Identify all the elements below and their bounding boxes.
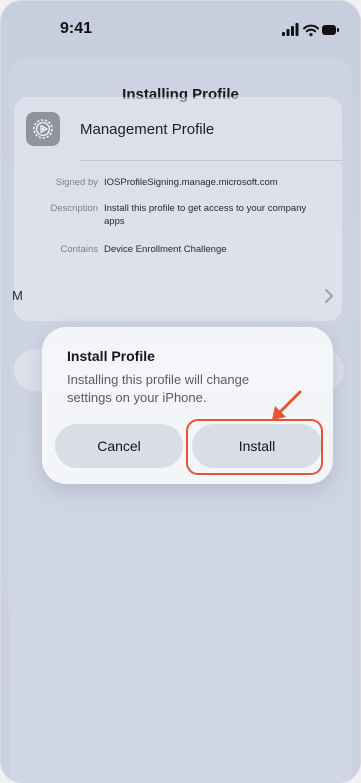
info-key: Contains: [60, 244, 99, 255]
info-value: IOSProfileSigning.manage.microsoft.com: [104, 177, 278, 188]
more-details-label: M: [12, 288, 23, 303]
profile-card: Management Profile Signed by IOSProfileS…: [12, 97, 342, 321]
settings-gear-icon: [26, 112, 60, 146]
alert-message: Installing this profile will change sett…: [67, 372, 250, 405]
info-value: Install this profile to get access to yo…: [104, 203, 307, 227]
chevron-right-icon: [325, 289, 333, 303]
cancel-button[interactable]: Cancel: [55, 424, 183, 468]
profile-name: Management Profile: [80, 121, 215, 138]
cellular-signal-icon: [282, 23, 299, 36]
card-divider: [80, 160, 342, 161]
install-highlight-box: [186, 419, 323, 475]
status-time: 9:41: [60, 20, 93, 37]
battery-icon: [322, 25, 339, 35]
phone-screen: 9:41 Installing Profile Management Profi…: [0, 0, 361, 783]
status-icons: [282, 23, 339, 37]
info-key: Signed by: [55, 177, 98, 188]
pointer-arrow-icon: [272, 390, 302, 420]
wifi-icon: [303, 24, 319, 37]
status-bar: 9:41: [0, 0, 361, 58]
info-key: Description: [50, 203, 98, 214]
alert-title: Install Profile: [67, 348, 155, 364]
more-details-row[interactable]: M: [12, 272, 342, 320]
info-value: Device Enrollment Challenge: [104, 244, 227, 255]
